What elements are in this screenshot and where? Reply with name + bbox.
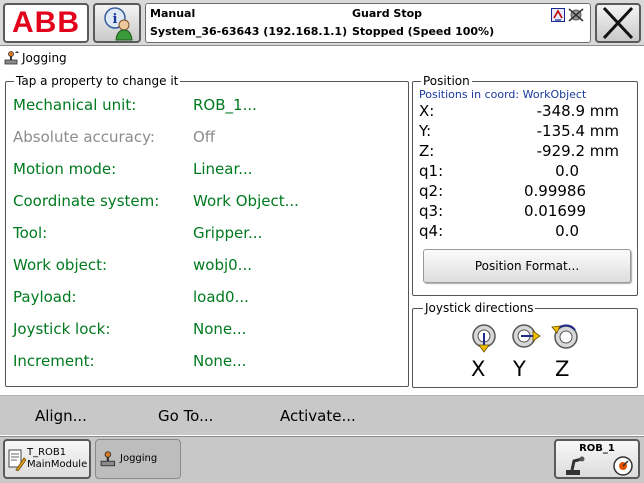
close-icon xyxy=(602,6,634,40)
position-label: q1: xyxy=(419,162,444,180)
position-row-q3: q3: 0.01699 xyxy=(419,202,631,222)
joystick-legend: Joystick directions xyxy=(423,301,536,315)
position-label: X: xyxy=(419,102,435,120)
position-value: -135.4 mm xyxy=(536,122,619,140)
property-value: load0... xyxy=(193,288,249,306)
position-value: 0.0 xyxy=(555,222,579,240)
property-value: Off xyxy=(193,128,216,146)
robot-unit-icon xyxy=(566,456,585,475)
property-mechanical-unit[interactable]: Mechanical unit: ROB_1... xyxy=(13,93,403,121)
program-editor-icon xyxy=(8,449,26,471)
position-row-z: Z: -929.2 mm xyxy=(419,142,631,162)
controller-state: Stopped (Speed 100%) xyxy=(352,25,495,38)
jogging-icon xyxy=(4,51,19,65)
joystick-directions-group: Joystick directions X Y Z xyxy=(412,301,638,388)
task-trob-line1: T_ROB1 xyxy=(27,447,67,458)
property-label: Joystick lock: xyxy=(13,320,111,338)
property-coordinate-system[interactable]: Coordinate system: Work Object... xyxy=(13,189,403,217)
property-label: Motion mode: xyxy=(13,160,117,178)
joystick-axis-z: Z xyxy=(555,357,570,381)
position-group: Position Positions in coord: WorkObject … xyxy=(412,74,638,296)
joystick-axis-y: Y xyxy=(513,357,526,381)
command-bar: Align... Go To... Activate... xyxy=(0,395,644,435)
top-bar: ABB i Manual System_36-63643 (192.168.1.… xyxy=(0,0,644,46)
abb-logo: ABB xyxy=(12,6,80,39)
position-row-y: Y: -135.4 mm xyxy=(419,122,631,142)
property-value: None... xyxy=(193,352,247,370)
position-row-q2: q2: 0.99986 xyxy=(419,182,631,202)
task-trob-line2: MainModule xyxy=(27,459,88,470)
property-absolute-accuracy: Absolute accuracy: Off xyxy=(13,125,403,153)
property-label: Tool: xyxy=(13,224,48,242)
task-jogging[interactable]: Jogging xyxy=(95,439,181,479)
program-status-icon xyxy=(551,8,565,22)
position-label: Y: xyxy=(419,122,432,140)
motors-off-icon xyxy=(568,8,584,22)
position-value: 0.01699 xyxy=(523,202,586,220)
position-value: 0.99986 xyxy=(523,182,586,200)
svg-text:i: i xyxy=(113,12,118,27)
abb-logo-button[interactable]: ABB xyxy=(3,3,89,43)
goto-button[interactable]: Go To... xyxy=(158,407,213,425)
property-label: Coordinate system: xyxy=(13,192,160,210)
position-row-q4: q4: 0.0 xyxy=(419,222,631,242)
properties-legend: Tap a property to change it xyxy=(14,74,181,88)
property-value: None... xyxy=(193,320,247,338)
position-value: -348.9 mm xyxy=(536,102,619,120)
property-value: ROB_1... xyxy=(193,96,257,114)
property-value: Linear... xyxy=(193,160,253,178)
position-row-q1: q1: 0.0 xyxy=(419,162,631,182)
info-user-button[interactable]: i xyxy=(93,3,141,43)
property-label: Work object: xyxy=(13,256,108,274)
close-button[interactable] xyxy=(595,3,641,43)
activate-button[interactable]: Activate... xyxy=(280,407,356,425)
property-payload[interactable]: Payload: load0... xyxy=(13,285,403,313)
position-label: q3: xyxy=(419,202,444,220)
property-value: Gripper... xyxy=(193,224,263,242)
window-title-bar: Jogging xyxy=(0,47,644,69)
operating-mode: Manual xyxy=(150,7,196,20)
user-info-icon: i xyxy=(104,7,133,41)
quickset-unit-label: ROB_1 xyxy=(579,443,615,454)
position-legend: Position xyxy=(421,74,472,88)
status-panel[interactable]: Manual System_36-63643 (192.168.1.1) Gua… xyxy=(145,3,591,43)
position-label: Z: xyxy=(419,142,435,160)
property-work-object[interactable]: Work object: wobj0... xyxy=(13,253,403,281)
position-row-x: X: -348.9 mm xyxy=(419,102,631,122)
property-motion-mode[interactable]: Motion mode: Linear... xyxy=(13,157,403,185)
property-label: Payload: xyxy=(13,288,77,306)
joystick-axis-x: X xyxy=(471,357,486,381)
position-coord-label: Positions in coord: WorkObject xyxy=(419,88,587,101)
position-value: 0.0 xyxy=(555,162,579,180)
joystick-updown-icon xyxy=(472,324,496,353)
speed-icon xyxy=(613,456,633,476)
position-label: q4: xyxy=(419,222,444,240)
position-label: q2: xyxy=(419,182,444,200)
jogging-icon xyxy=(100,451,116,467)
joystick-twist-icon xyxy=(551,324,578,349)
task-jogging-label: Jogging xyxy=(120,453,158,464)
properties-group: Tap a property to change it Mechanical u… xyxy=(5,74,409,387)
guard-status: Guard Stop xyxy=(352,7,423,20)
property-joystick-lock[interactable]: Joystick lock: None... xyxy=(13,317,403,345)
task-program-editor[interactable]: T_ROB1 MainModule xyxy=(3,439,91,479)
position-format-button[interactable]: Position Format... xyxy=(423,249,631,283)
joystick-leftright-icon xyxy=(512,324,541,348)
property-increment[interactable]: Increment: None... xyxy=(13,349,403,377)
align-button[interactable]: Align... xyxy=(35,407,87,425)
task-bar: T_ROB1 MainModule Jogging ROB_1 xyxy=(0,436,644,483)
property-value: Work Object... xyxy=(193,192,299,210)
property-value: wobj0... xyxy=(193,256,252,274)
property-label: Absolute accuracy: xyxy=(13,128,155,146)
position-value: -929.2 mm xyxy=(536,142,619,160)
window-title: Jogging xyxy=(22,51,67,65)
system-name: System_36-63643 (192.168.1.1) xyxy=(150,25,348,38)
property-tool[interactable]: Tool: Gripper... xyxy=(13,221,403,249)
property-label: Mechanical unit: xyxy=(13,96,137,114)
quickset-mechanical-unit-button[interactable]: ROB_1 xyxy=(554,439,640,479)
property-label: Increment: xyxy=(13,352,95,370)
